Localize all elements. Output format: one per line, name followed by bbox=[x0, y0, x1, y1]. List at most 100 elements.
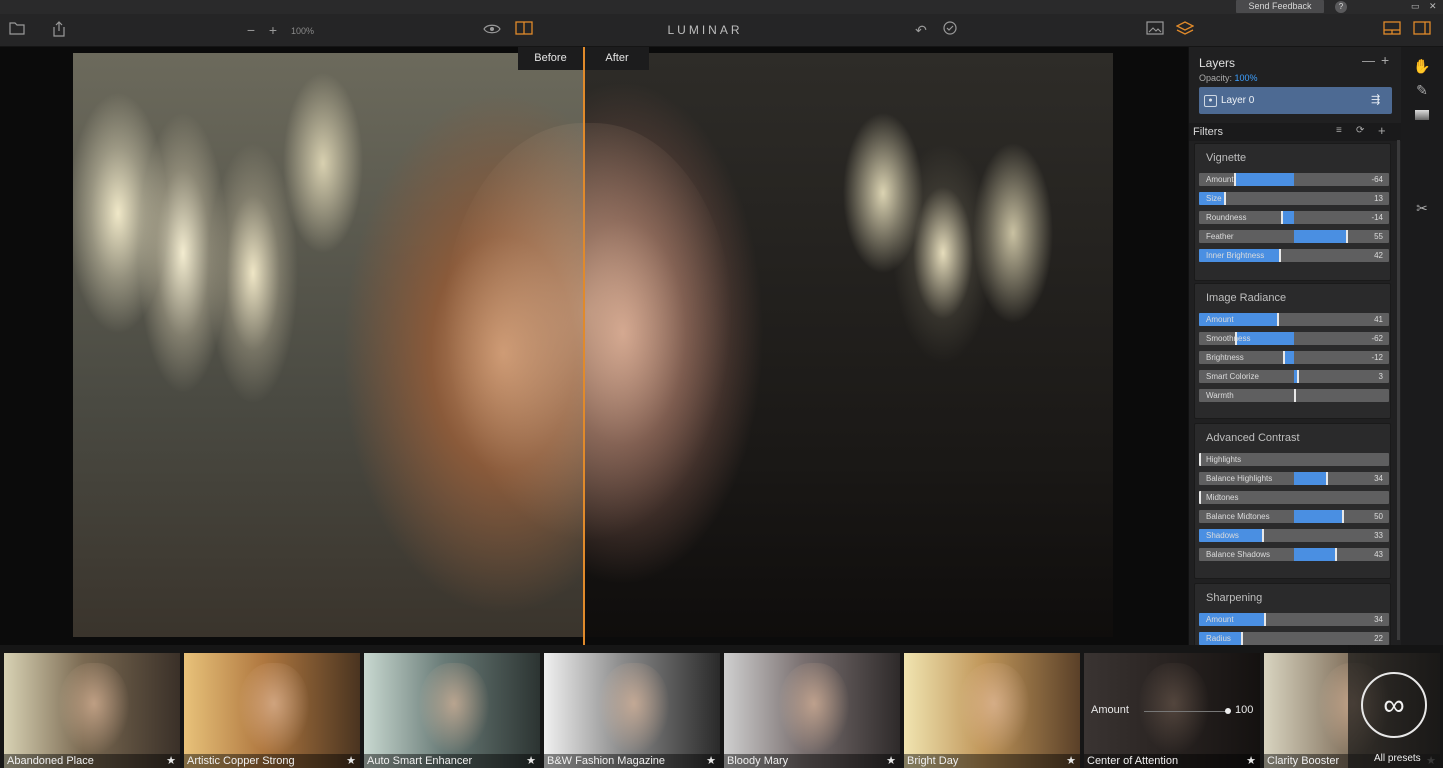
close-window-icon[interactable]: ✕ bbox=[1429, 0, 1437, 12]
slider-knob[interactable] bbox=[1342, 510, 1344, 523]
filter-group-title[interactable]: Advanced Contrast bbox=[1206, 432, 1300, 444]
restore-window-icon[interactable]: ▭ bbox=[1411, 0, 1420, 12]
filter-slider[interactable]: Warmth bbox=[1199, 389, 1389, 402]
slider-label: Balance Highlights bbox=[1206, 474, 1273, 483]
preset-thumbnail[interactable]: Auto Smart Enhancer ★ bbox=[364, 653, 540, 768]
filter-slider[interactable]: Radius 22 bbox=[1199, 632, 1389, 645]
brush-tool-icon[interactable]: ✎ bbox=[1413, 81, 1431, 99]
remove-layer-icon[interactable]: — bbox=[1362, 53, 1375, 68]
slider-knob[interactable] bbox=[1335, 548, 1337, 561]
preset-thumbnail[interactable]: Artistic Copper Strong ★ bbox=[184, 653, 360, 768]
add-layer-icon[interactable]: + bbox=[1381, 52, 1389, 68]
slider-knob[interactable] bbox=[1224, 192, 1226, 205]
history-check-icon[interactable] bbox=[941, 21, 959, 39]
filter-slider[interactable]: Amount 34 bbox=[1199, 613, 1389, 626]
preset-thumbnail[interactable]: Abandoned Place ★ bbox=[4, 653, 180, 768]
slider-knob[interactable] bbox=[1297, 370, 1299, 383]
preset-amount-slider[interactable] bbox=[1144, 711, 1228, 712]
filter-slider[interactable]: Inner Brightness 42 bbox=[1199, 249, 1389, 262]
filter-sort-icon[interactable]: ≡ bbox=[1336, 125, 1342, 136]
crop-scissors-icon[interactable]: ✂ bbox=[1413, 199, 1431, 217]
infinity-icon: ∞ bbox=[1361, 672, 1427, 738]
hand-tool-icon[interactable]: ✋ bbox=[1413, 57, 1431, 75]
filter-group-title[interactable]: Sharpening bbox=[1206, 592, 1262, 604]
share-export-icon[interactable] bbox=[50, 21, 68, 39]
favorite-star-icon[interactable]: ★ bbox=[1066, 754, 1076, 767]
slider-knob[interactable] bbox=[1294, 389, 1296, 402]
image-canvas[interactable] bbox=[0, 47, 1188, 645]
add-filter-icon[interactable]: + bbox=[1378, 123, 1386, 138]
filter-slider[interactable]: Balance Shadows 43 bbox=[1199, 548, 1389, 561]
filter-slider[interactable]: Amount 41 bbox=[1199, 313, 1389, 326]
zoom-level[interactable]: 100% bbox=[291, 26, 314, 36]
filter-slider[interactable]: Highlights bbox=[1199, 453, 1389, 466]
compare-split-icon[interactable] bbox=[515, 21, 533, 39]
slider-knob[interactable] bbox=[1277, 313, 1279, 326]
preset-amount-knob[interactable] bbox=[1225, 708, 1231, 714]
slider-knob[interactable] bbox=[1264, 613, 1266, 626]
gradient-tool-icon[interactable] bbox=[1413, 107, 1431, 125]
filter-group: Sharpening Amount 34 Radius 22 bbox=[1194, 583, 1391, 647]
favorite-star-icon[interactable]: ★ bbox=[706, 754, 716, 767]
filter-group-title[interactable]: Vignette bbox=[1206, 152, 1246, 164]
filter-slider[interactable]: Balance Highlights 34 bbox=[1199, 472, 1389, 485]
opacity-value[interactable]: 100% bbox=[1235, 73, 1258, 83]
favorite-star-icon[interactable]: ★ bbox=[886, 754, 896, 767]
favorite-star-icon[interactable]: ★ bbox=[346, 754, 356, 767]
favorite-star-icon[interactable]: ★ bbox=[526, 754, 536, 767]
filter-slider[interactable]: Feather 55 bbox=[1199, 230, 1389, 243]
preset-caption: Auto Smart Enhancer ★ bbox=[364, 754, 540, 768]
favorite-star-icon[interactable]: ★ bbox=[1246, 754, 1256, 767]
slider-knob[interactable] bbox=[1199, 453, 1201, 466]
slider-value: 42 bbox=[1374, 251, 1383, 260]
filter-group-title[interactable]: Image Radiance bbox=[1206, 292, 1286, 304]
filter-slider[interactable]: Roundness -14 bbox=[1199, 211, 1389, 224]
preset-name: Bloody Mary bbox=[727, 755, 789, 767]
zoom-in-icon[interactable]: + bbox=[264, 21, 282, 39]
filter-refresh-icon[interactable]: ⟳ bbox=[1356, 125, 1364, 136]
preview-eye-icon[interactable] bbox=[483, 21, 501, 39]
filter-slider[interactable]: Shadows 33 bbox=[1199, 529, 1389, 542]
layer-opacity[interactable]: Opacity: 100% bbox=[1199, 73, 1258, 83]
slider-knob[interactable] bbox=[1262, 529, 1264, 542]
slider-knob[interactable] bbox=[1279, 249, 1281, 262]
layer-item[interactable]: ● Layer 0 ⇶ bbox=[1199, 87, 1392, 114]
compare-split-handle[interactable] bbox=[583, 47, 585, 645]
all-presets-button[interactable]: ∞ All presets bbox=[1348, 645, 1443, 768]
filter-slider[interactable]: Amount -64 bbox=[1199, 173, 1389, 186]
filter-slider[interactable]: Brightness -12 bbox=[1199, 351, 1389, 364]
preset-thumbnail[interactable]: Amount 100 Center of Attention ★ bbox=[1084, 653, 1260, 768]
layers-stack-icon[interactable] bbox=[1175, 21, 1195, 39]
slider-knob[interactable] bbox=[1326, 472, 1328, 485]
layer-settings-icon[interactable]: ⇶ bbox=[1371, 93, 1380, 106]
filter-slider[interactable]: Midtones bbox=[1199, 491, 1389, 504]
help-button[interactable]: ? bbox=[1335, 1, 1347, 13]
zoom-out-icon[interactable]: − bbox=[242, 21, 260, 39]
send-feedback-button[interactable]: Send Feedback bbox=[1236, 0, 1324, 13]
favorite-star-icon[interactable]: ★ bbox=[166, 754, 176, 767]
slider-value: -12 bbox=[1371, 353, 1383, 362]
preset-thumbnail[interactable]: Bright Day ★ bbox=[904, 653, 1080, 768]
slider-knob[interactable] bbox=[1346, 230, 1348, 243]
layer-visibility-icon[interactable]: ● bbox=[1204, 95, 1217, 107]
panel-layout-icon[interactable] bbox=[1383, 21, 1401, 39]
system-bar: Send Feedback ? ▭ ✕ bbox=[0, 0, 1443, 14]
filter-slider[interactable]: Smoothness -62 bbox=[1199, 332, 1389, 345]
slider-knob[interactable] bbox=[1199, 491, 1201, 504]
preset-thumbnail[interactable]: B&W Fashion Magazine ★ bbox=[544, 653, 720, 768]
preset-thumbnail[interactable]: Bloody Mary ★ bbox=[724, 653, 900, 768]
side-panel-toggle-icon[interactable] bbox=[1413, 21, 1431, 39]
slider-knob[interactable] bbox=[1234, 173, 1236, 186]
filter-slider[interactable]: Balance Midtones 50 bbox=[1199, 510, 1389, 523]
slider-knob[interactable] bbox=[1283, 351, 1285, 364]
slider-knob[interactable] bbox=[1281, 211, 1283, 224]
panel-scrollbar[interactable] bbox=[1397, 140, 1400, 640]
undo-icon[interactable]: ↶ bbox=[912, 21, 930, 39]
image-info-icon[interactable] bbox=[1146, 21, 1164, 39]
slider-label: Midtones bbox=[1206, 493, 1239, 502]
slider-value: -14 bbox=[1371, 213, 1383, 222]
filter-slider[interactable]: Size 13 bbox=[1199, 192, 1389, 205]
slider-knob[interactable] bbox=[1241, 632, 1243, 645]
open-folder-icon[interactable] bbox=[8, 21, 26, 39]
filter-slider[interactable]: Smart Colorize 3 bbox=[1199, 370, 1389, 383]
